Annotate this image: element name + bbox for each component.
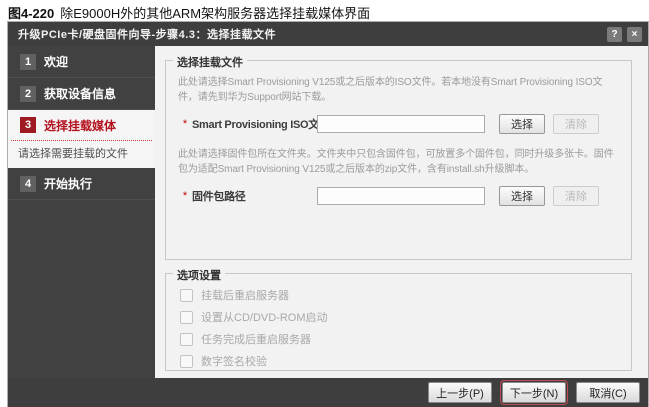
iso-hint-text: 此处请选择Smart Provisioning V125或之后版本的ISO文件。… — [178, 75, 619, 105]
checkbox-row-digital-signature: 数字签名校验 — [180, 350, 619, 372]
main-panel: 选择挂载文件 此处请选择Smart Provisioning V125或之后版本… — [155, 46, 648, 378]
wizard-dialog: 升级PCIe卡/硬盘固件向导-步骤4.3：选择挂载文件 ? × 1 欢迎 2 获… — [8, 22, 648, 407]
options-section-title: 选项设置 — [173, 267, 225, 283]
next-button[interactable]: 下一步(N) — [502, 382, 566, 403]
mount-file-section: 选择挂载文件 此处请选择Smart Provisioning V125或之后版本… — [165, 60, 632, 260]
checkbox-digital-signature-label: 数字签名校验 — [201, 353, 267, 369]
close-icon[interactable]: × — [627, 27, 642, 42]
firmware-path-input[interactable] — [317, 187, 485, 205]
checkbox-row-restart-after-task: 任务完成后重启服务器 — [180, 328, 619, 350]
step-3-row: 3 选择挂载媒体 — [8, 110, 155, 140]
step-3-label: 选择挂载媒体 — [44, 117, 116, 134]
figure-caption: 图4-220 除E9000H外的其他ARM架构服务器选择挂载媒体界面 — [8, 3, 370, 22]
checkbox-row-boot-from-cddvd: 设置从CD/DVD-ROM启动 — [180, 306, 619, 328]
checkbox-unchecked-icon — [180, 355, 193, 368]
required-asterisk: * — [178, 190, 192, 202]
options-section: 选项设置 挂载后重启服务器 设置从CD/DVD-ROM启动 任务完成后重启服务器 — [165, 273, 632, 371]
checkbox-unchecked-icon — [180, 311, 193, 324]
step-3-select-media-active[interactable]: 3 选择挂载媒体 请选择需要挂载的文件 — [8, 110, 155, 168]
step-4-execute[interactable]: 4 开始执行 — [8, 168, 155, 200]
previous-button[interactable]: 上一步(P) — [428, 382, 492, 403]
required-asterisk: * — [178, 118, 192, 130]
step-4-label: 开始执行 — [44, 175, 92, 192]
step-1-number: 1 — [20, 54, 36, 70]
step-3-number: 3 — [20, 117, 36, 133]
step-4-number: 4 — [20, 176, 36, 192]
dialog-body: 1 欢迎 2 获取设备信息 3 选择挂载媒体 请选择需要挂载的文件 4 — [8, 46, 648, 378]
wizard-steps-sidebar: 1 欢迎 2 获取设备信息 3 选择挂载媒体 请选择需要挂载的文件 4 — [8, 46, 155, 378]
help-icon[interactable]: ? — [607, 27, 622, 42]
step-1-label: 欢迎 — [44, 53, 68, 70]
step-2-label: 获取设备信息 — [44, 85, 116, 102]
figure-caption-text: 除E9000H外的其他ARM架构服务器选择挂载媒体界面 — [60, 6, 370, 21]
step-3-subtitle: 请选择需要挂载的文件 — [8, 141, 155, 168]
firmware-path-row: * 固件包路径 选择 清除 — [178, 186, 619, 206]
step-1-welcome[interactable]: 1 欢迎 — [8, 46, 155, 78]
figure-number: 图4-220 — [8, 6, 54, 21]
iso-select-button[interactable]: 选择 — [499, 114, 545, 134]
checkbox-row-restart-after-mount: 挂载后重启服务器 — [180, 284, 619, 306]
firmware-clear-button-disabled: 清除 — [553, 186, 599, 206]
checkbox-unchecked-icon — [180, 289, 193, 302]
iso-clear-button-disabled: 清除 — [553, 114, 599, 134]
dialog-title: 升级PCIe卡/硬盘固件向导-步骤4.3：选择挂载文件 — [18, 26, 602, 42]
iso-file-row: * Smart Provisioning ISO文件 选择 清除 — [178, 114, 619, 134]
cancel-button[interactable]: 取消(C) — [576, 382, 640, 403]
iso-file-label: Smart Provisioning ISO文件 — [192, 116, 317, 132]
checkbox-unchecked-icon — [180, 333, 193, 346]
mount-file-section-title: 选择挂载文件 — [173, 54, 247, 70]
step-2-number: 2 — [20, 86, 36, 102]
step-2-device-info[interactable]: 2 获取设备信息 — [8, 78, 155, 110]
firmware-hint-text: 此处请选择固件包所在文件夹。文件夹中只包含固件包，可放置多个固件包，同时升级多张… — [178, 147, 619, 177]
checkbox-restart-after-task-label: 任务完成后重启服务器 — [201, 331, 311, 347]
footer-bar: 上一步(P) 下一步(N) 取消(C) — [8, 378, 648, 407]
page: 图4-220 除E9000H外的其他ARM架构服务器选择挂载媒体界面 升级PCIe… — [0, 0, 649, 407]
firmware-select-button[interactable]: 选择 — [499, 186, 545, 206]
dialog-titlebar: 升级PCIe卡/硬盘固件向导-步骤4.3：选择挂载文件 ? × — [8, 22, 648, 46]
firmware-path-label: 固件包路径 — [192, 188, 317, 204]
checkbox-restart-after-mount-label: 挂载后重启服务器 — [201, 287, 289, 303]
checkbox-boot-from-cddvd-label: 设置从CD/DVD-ROM启动 — [201, 309, 328, 325]
sidebar-filler — [8, 200, 155, 378]
iso-file-input[interactable] — [317, 115, 485, 133]
